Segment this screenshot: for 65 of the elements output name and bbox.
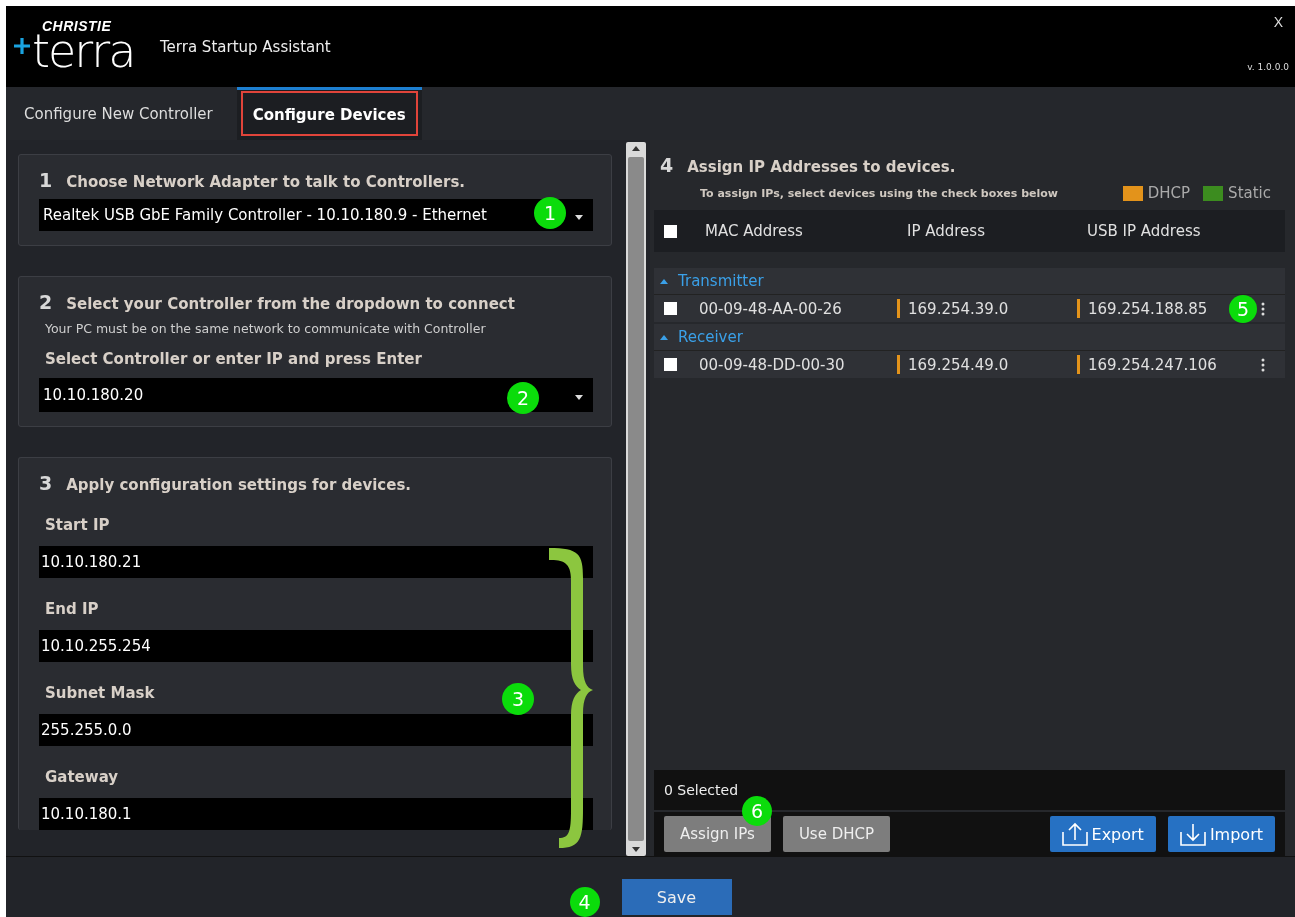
scroll-down-icon[interactable] <box>632 847 640 852</box>
hint-text: Your PC must be on the same network to communicate with Controller <box>45 321 487 336</box>
import-button[interactable]: Import <box>1167 816 1275 852</box>
callout-badge: 2 <box>507 382 539 414</box>
input-field[interactable]: 255.255.0.0 <box>39 714 593 746</box>
field-label: Start IP <box>45 516 110 534</box>
table-cell-text: 00-09-48-DD-00-30 <box>699 355 846 374</box>
selection-count: 0 Selected <box>664 782 739 798</box>
legend-label: DHCP <box>1147 184 1191 202</box>
hint-text: To assign IPs, select devices using the check boxes below <box>700 186 1058 200</box>
table-cell-text: 00-09-48-AA-00-26 <box>699 299 843 318</box>
caret-icon <box>575 214 583 220</box>
scroll-up-icon[interactable] <box>632 146 640 151</box>
section-title: Choose Network Adapter to talk to Controllers. <box>66 173 466 191</box>
column-header[interactable]: USB IP Address <box>1087 222 1201 240</box>
adapter-dropdown[interactable]: Realtek USB GbE Family Controller - 10.10.180.9 - Ethernet 1 <box>39 199 593 231</box>
collapse-icon[interactable] <box>660 278 668 284</box>
callout-badge: 3 <box>502 683 534 715</box>
table-cell: 169.254.49.0 <box>908 355 1009 374</box>
save-button[interactable]: Save <box>621 879 732 915</box>
scrollbar[interactable] <box>626 142 646 856</box>
section-title: Apply configuration settings for devices. <box>66 476 412 494</box>
step-number: 2 <box>39 291 53 313</box>
section-title: Assign IP Addresses to devices. <box>687 158 956 176</box>
column-header[interactable]: MAC Address <box>705 222 907 240</box>
window-title: Terra Startup Assistant <box>160 38 331 56</box>
input-field[interactable]: 10.10.180.1 <box>39 798 593 830</box>
field-label: Subnet Mask <box>45 684 155 702</box>
field-label: Gateway <box>45 768 119 786</box>
controller-dropdown[interactable]: 10.10.180.20 2 <box>39 378 593 412</box>
section-title: Select your Controller from the dropdown to connect <box>66 295 515 313</box>
group-name[interactable]: Transmitter <box>678 272 764 290</box>
checkbox[interactable] <box>664 302 677 315</box>
checkbox[interactable] <box>664 224 677 238</box>
callout-badge: 4 <box>569 887 600 917</box>
download-icon <box>1179 822 1206 846</box>
export-button[interactable]: Export <box>1049 816 1156 852</box>
step-number: 3 <box>39 472 53 494</box>
close-button[interactable]: X <box>1267 14 1289 30</box>
table-cell: 169.254.188.85 <box>1088 299 1208 318</box>
action-button[interactable]: Use DHCP <box>782 816 891 852</box>
step-number: 4 <box>660 154 674 176</box>
step-number: 1 <box>39 169 53 191</box>
collapse-icon[interactable] <box>660 334 668 340</box>
input-field[interactable]: 10.10.255.254 <box>39 630 593 662</box>
field-label: End IP <box>45 600 99 618</box>
plus-icon <box>14 38 30 54</box>
brand-name: CHRISTIE <box>42 18 112 34</box>
callout-badge: 5 <box>1229 294 1257 323</box>
more-icon[interactable] <box>1261 357 1265 372</box>
version-label: v. 1.0.0.0 <box>1247 62 1289 72</box>
caret-icon <box>575 394 583 400</box>
checkbox[interactable] <box>664 358 677 371</box>
tab[interactable]: Configure New Controller <box>6 87 231 140</box>
table-cell: 169.254.39.0 <box>908 299 1009 318</box>
callout-badge: 1 <box>534 197 566 229</box>
field-label: Select Controller or enter IP and press Enter <box>45 350 422 368</box>
legend-label: Static <box>1228 184 1271 202</box>
upload-icon <box>1061 822 1088 846</box>
column-header[interactable]: IP Address <box>907 222 1087 240</box>
input-field[interactable]: 10.10.180.21 <box>39 546 593 578</box>
more-icon[interactable] <box>1261 301 1265 316</box>
tab[interactable]: Configure Devices <box>236 87 422 140</box>
table-cell: 169.254.247.106 <box>1088 355 1217 374</box>
group-name[interactable]: Receiver <box>678 328 743 346</box>
